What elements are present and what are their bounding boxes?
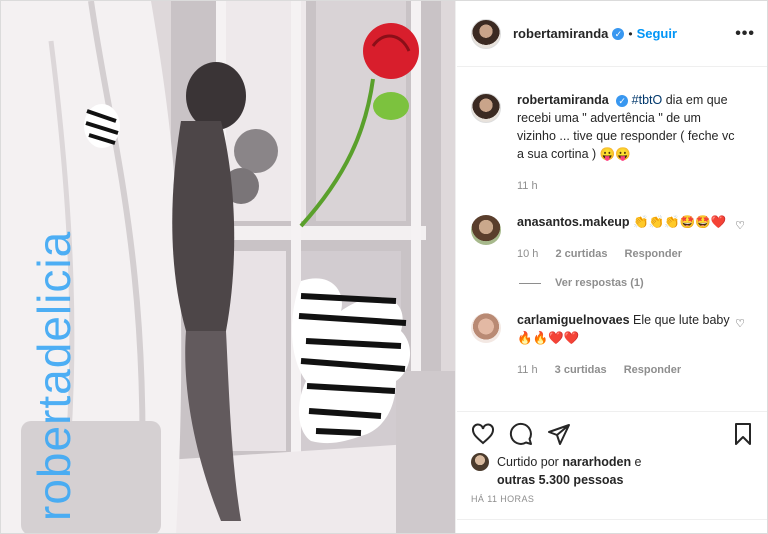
commenter-username[interactable]: anasantos.makeup xyxy=(517,215,630,229)
caption-meta: 11 h xyxy=(517,177,737,195)
caption-username[interactable]: robertamiranda xyxy=(517,93,609,107)
likes-prefix: Curtido por xyxy=(497,455,563,469)
comment-item: anasantos.makeup 👏👏👏🤩🤩❤️ 10 h 2 curtidas… xyxy=(457,213,767,263)
comment-time[interactable]: 10 h xyxy=(517,248,538,260)
more-options-icon[interactable]: ••• xyxy=(735,25,755,43)
post-header: robertamiranda ✓ • Seguir ••• xyxy=(457,1,767,67)
action-bar xyxy=(457,411,767,455)
comment-likes[interactable]: 2 curtidas xyxy=(555,248,607,260)
commenter-avatar[interactable] xyxy=(471,313,501,343)
instagram-post: robertadelicia robertamiranda ✓ • Seguir… xyxy=(0,0,768,534)
liker-avatar[interactable] xyxy=(471,453,489,471)
reply-button[interactable]: Responder xyxy=(624,364,681,376)
view-replies-button[interactable]: Ver respostas (1) xyxy=(519,277,767,289)
verified-icon: ✓ xyxy=(612,27,625,40)
comment-likes[interactable]: 3 curtidas xyxy=(555,364,607,376)
caption-avatar[interactable] xyxy=(471,93,501,123)
comment-text: 👏👏👏🤩🤩❤️ xyxy=(629,215,727,229)
post-photo[interactable]: robertadelicia xyxy=(1,1,456,533)
comment-meta: 11 h 3 curtidas Responder xyxy=(517,361,737,379)
separator-dot: • xyxy=(628,26,633,41)
view-replies-label: Ver respostas (1) xyxy=(555,277,644,289)
caption-time[interactable]: 11 h xyxy=(517,180,538,192)
reply-button[interactable]: Responder xyxy=(625,248,682,260)
post-date[interactable]: HÁ 11 HORAS xyxy=(471,494,534,504)
share-icon[interactable] xyxy=(547,422,571,446)
liker-username[interactable]: nararhoden xyxy=(562,455,631,469)
post-sidebar: robertamiranda ✓ • Seguir ••• robertamir… xyxy=(457,1,767,533)
bookmark-icon[interactable] xyxy=(731,422,755,446)
caption: robertamiranda ✓ #tbtO dia em que recebi… xyxy=(457,91,767,195)
comment-like-icon[interactable]: ♡ xyxy=(735,317,745,330)
follow-button[interactable]: Seguir xyxy=(637,26,677,41)
likes-others[interactable]: outras 5.300 pessoas xyxy=(497,473,623,487)
likes-mid: e xyxy=(631,455,642,469)
add-comment-bar[interactable] xyxy=(457,519,767,533)
author-avatar[interactable] xyxy=(471,18,501,49)
comment-like-icon[interactable]: ♡ xyxy=(735,219,745,232)
likes-summary: Curtido por nararhoden e outras 5.300 pe… xyxy=(471,453,642,489)
comment-meta: 10 h 2 curtidas Responder xyxy=(517,245,737,263)
comment-item: carlamiguelnovaes Ele que lute baby🔥🔥❤️❤… xyxy=(457,311,767,379)
author-username[interactable]: robertamiranda xyxy=(513,26,608,41)
replies-line xyxy=(519,282,541,284)
caption-hashtag[interactable]: #tbtO xyxy=(632,93,663,107)
commenter-avatar[interactable] xyxy=(471,215,501,245)
overlay-text: robertadelicia xyxy=(28,230,80,521)
comment-time[interactable]: 11 h xyxy=(517,364,538,376)
verified-icon: ✓ xyxy=(616,94,629,107)
like-heart-icon[interactable] xyxy=(471,422,495,446)
comment-icon[interactable] xyxy=(509,422,533,446)
comments-list: robertamiranda ✓ #tbtO dia em que recebi… xyxy=(457,77,767,379)
commenter-username[interactable]: carlamiguelnovaes xyxy=(517,313,630,327)
